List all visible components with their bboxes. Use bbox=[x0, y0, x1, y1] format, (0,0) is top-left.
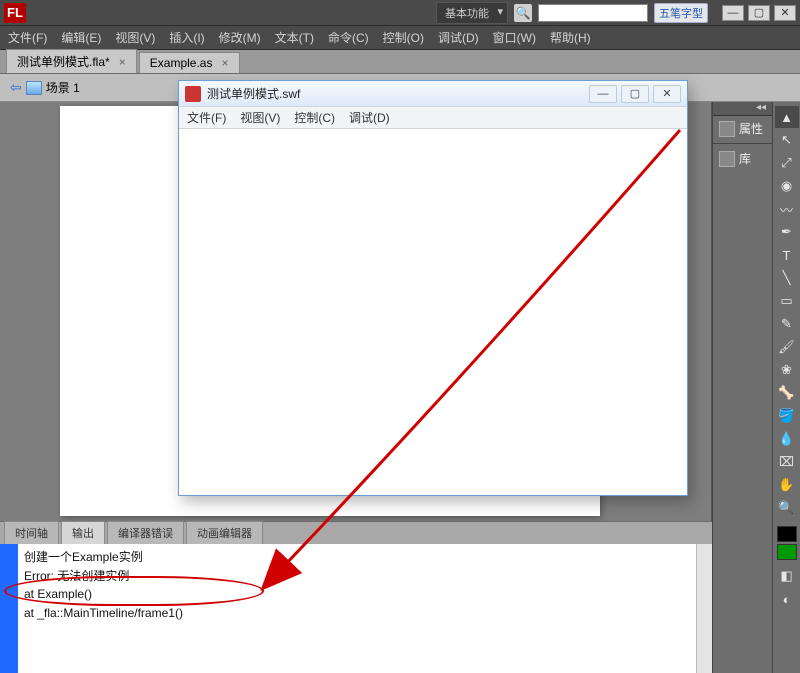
swf-title: 测试单例模式.swf bbox=[207, 85, 585, 102]
titlebar: FL 基本功能 🔍 五笔字型 — ▢ ✕ bbox=[0, 0, 800, 26]
properties-panel-button[interactable]: 属性 bbox=[713, 116, 772, 141]
output-line: at _fla::MainTimeline/frame1() bbox=[24, 604, 183, 623]
deco-tool[interactable]: ❀ bbox=[775, 359, 799, 381]
panel-tabs: 时间轴 输出 编译器错误 动画编辑器 bbox=[0, 522, 712, 544]
swf-titlebar[interactable]: 测试单例模式.swf — ▢ ✕ bbox=[179, 81, 687, 107]
dock-collapse-icon[interactable]: ◂◂ bbox=[713, 102, 772, 116]
stroke-color-swatch[interactable] bbox=[777, 526, 797, 542]
output-scrollbar[interactable] bbox=[696, 544, 712, 673]
minimize-button[interactable]: — bbox=[722, 5, 744, 21]
search-icon[interactable]: 🔍 bbox=[514, 4, 532, 22]
swf-menu-view[interactable]: 视图(V) bbox=[240, 109, 280, 126]
swf-stage bbox=[179, 129, 687, 495]
document-tab-fla[interactable]: 测试单例模式.fla* × bbox=[6, 49, 137, 73]
dock-label: 属性 bbox=[739, 120, 763, 137]
maximize-button[interactable]: ▢ bbox=[748, 5, 770, 21]
three-d-rotation-tool[interactable]: ◉ bbox=[775, 175, 799, 197]
tab-motion-editor[interactable]: 动画编辑器 bbox=[186, 521, 263, 544]
dock-label: 库 bbox=[739, 150, 751, 167]
swf-player-window[interactable]: 测试单例模式.swf — ▢ ✕ 文件(F) 视图(V) 控制(C) 调试(D) bbox=[178, 80, 688, 496]
swf-close-button[interactable]: ✕ bbox=[653, 85, 681, 103]
menu-window[interactable]: 窗口(W) bbox=[493, 29, 536, 46]
output-gutter bbox=[0, 544, 18, 673]
swf-menu-file[interactable]: 文件(F) bbox=[187, 109, 226, 126]
output-text: 创建一个Example实例 Error: 无法创建实例 at Example()… bbox=[18, 544, 189, 673]
main-menubar: 文件(F) 编辑(E) 视图(V) 插入(I) 修改(M) 文本(T) 命令(C… bbox=[0, 26, 800, 50]
menu-file[interactable]: 文件(F) bbox=[8, 29, 47, 46]
fill-color-swatch[interactable] bbox=[777, 544, 797, 560]
menu-edit[interactable]: 编辑(E) bbox=[61, 29, 101, 46]
swf-menu-debug[interactable]: 调试(D) bbox=[349, 109, 390, 126]
rectangle-tool[interactable]: ▭ bbox=[775, 290, 799, 312]
library-panel-button[interactable]: 库 bbox=[713, 146, 772, 171]
back-arrow-icon[interactable]: ⇦ bbox=[10, 79, 22, 96]
hand-tool[interactable]: ✋ bbox=[775, 474, 799, 496]
close-button[interactable]: ✕ bbox=[774, 5, 796, 21]
color-swatches bbox=[777, 526, 797, 564]
menu-modify[interactable]: 修改(M) bbox=[219, 29, 261, 46]
swf-minimize-button[interactable]: — bbox=[589, 85, 617, 103]
tab-output[interactable]: 输出 bbox=[61, 521, 105, 544]
pencil-tool[interactable]: ✎ bbox=[775, 313, 799, 335]
toolbox: ▲ ↖ ⤢ ◉ 〰 ✒ T ╲ ▭ ✎ 🖌 ❀ 🦴 🪣 💧 ⌧ ✋ 🔍 ◧ ◐ bbox=[772, 102, 800, 673]
properties-icon bbox=[719, 121, 735, 137]
tool-option-1[interactable]: ◧ bbox=[775, 565, 799, 587]
menu-view[interactable]: 视图(V) bbox=[115, 29, 155, 46]
swf-maximize-button[interactable]: ▢ bbox=[621, 85, 649, 103]
right-dock: ◂◂ 属性 库 bbox=[712, 102, 772, 673]
document-tabbar: 测试单例模式.fla* × Example.as × bbox=[0, 50, 800, 74]
app-logo: FL bbox=[4, 3, 26, 23]
menu-control[interactable]: 控制(O) bbox=[383, 29, 424, 46]
text-tool[interactable]: T bbox=[775, 244, 799, 266]
library-icon bbox=[719, 151, 735, 167]
tab-compiler-errors[interactable]: 编译器错误 bbox=[107, 521, 184, 544]
swf-icon bbox=[185, 86, 201, 102]
pen-tool[interactable]: ✒ bbox=[775, 221, 799, 243]
close-tab-icon[interactable]: × bbox=[119, 55, 126, 69]
menu-debug[interactable]: 调试(D) bbox=[438, 29, 479, 46]
menu-text[interactable]: 文本(T) bbox=[275, 29, 314, 46]
brush-tool[interactable]: 🖌 bbox=[775, 336, 799, 358]
tab-timeline[interactable]: 时间轴 bbox=[4, 521, 59, 544]
ime-indicator[interactable]: 五笔字型 bbox=[654, 3, 708, 23]
zoom-tool[interactable]: 🔍 bbox=[775, 497, 799, 519]
tab-label: Example.as bbox=[150, 56, 213, 70]
paint-bucket-tool[interactable]: 🪣 bbox=[775, 405, 799, 427]
selection-tool[interactable]: ▲ bbox=[775, 106, 799, 128]
menu-help[interactable]: 帮助(H) bbox=[550, 29, 591, 46]
tab-label: 测试单例模式.fla* bbox=[17, 55, 110, 69]
window-controls: — ▢ ✕ bbox=[722, 5, 796, 21]
subselection-tool[interactable]: ↖ bbox=[775, 129, 799, 151]
output-line: at Example() bbox=[24, 585, 183, 604]
swf-menu-control[interactable]: 控制(C) bbox=[294, 109, 335, 126]
lasso-tool[interactable]: 〰 bbox=[775, 198, 799, 220]
output-line: 创建一个Example实例 bbox=[24, 548, 183, 567]
output-area[interactable]: 创建一个Example实例 Error: 无法创建实例 at Example()… bbox=[0, 544, 712, 673]
workspace-selector[interactable]: 基本功能 bbox=[436, 2, 508, 24]
menu-commands[interactable]: 命令(C) bbox=[328, 29, 369, 46]
line-tool[interactable]: ╲ bbox=[775, 267, 799, 289]
menu-insert[interactable]: 插入(I) bbox=[169, 29, 204, 46]
tool-option-2[interactable]: ◐ bbox=[775, 588, 799, 610]
dock-separator bbox=[713, 143, 772, 144]
eraser-tool[interactable]: ⌧ bbox=[775, 451, 799, 473]
bottom-panels: 时间轴 输出 编译器错误 动画编辑器 创建一个Example实例 Error: … bbox=[0, 521, 712, 673]
swf-menubar: 文件(F) 视图(V) 控制(C) 调试(D) bbox=[179, 107, 687, 129]
free-transform-tool[interactable]: ⤢ bbox=[775, 152, 799, 174]
bone-tool[interactable]: 🦴 bbox=[775, 382, 799, 404]
scene-name[interactable]: 场景 1 bbox=[46, 79, 80, 96]
eyedropper-tool[interactable]: 💧 bbox=[775, 428, 799, 450]
titlebar-center: 基本功能 🔍 五笔字型 bbox=[26, 2, 716, 24]
document-tab-as[interactable]: Example.as × bbox=[139, 52, 240, 73]
close-tab-icon[interactable]: × bbox=[222, 56, 229, 70]
scene-icon bbox=[26, 81, 42, 95]
output-line: Error: 无法创建实例 bbox=[24, 567, 183, 586]
search-input[interactable] bbox=[538, 4, 648, 22]
